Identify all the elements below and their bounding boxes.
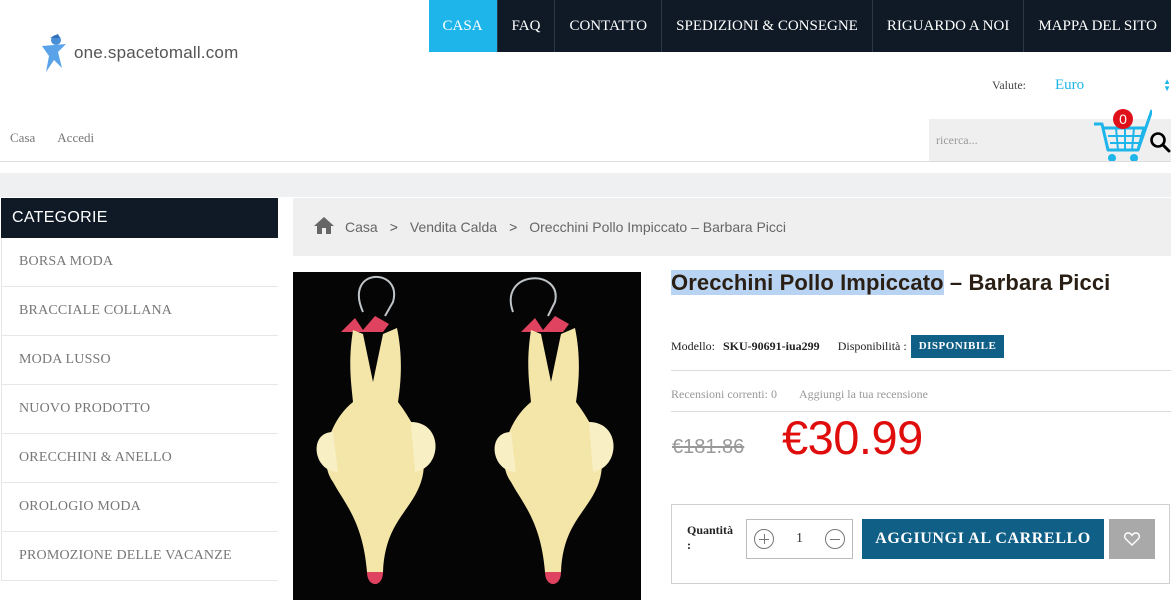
category-sidebar: CATEGORIE BORSA MODA BRACCIALE COLLANA M… (1, 198, 278, 581)
quantity-stepper (746, 519, 853, 559)
header-divider (0, 161, 1171, 162)
search-input[interactable] (929, 119, 1089, 162)
category-bracciale-collana[interactable]: BRACCIALE COLLANA (1, 287, 278, 336)
product-title-rest: – Barbara Picci (943, 270, 1111, 295)
quantity-label: Quantità : (687, 523, 734, 552)
currency-dropdown[interactable]: Euro ▲ ▼ (1055, 77, 1171, 94)
heart-icon (1124, 532, 1140, 546)
nav-riguardo[interactable]: RIGUARDO A NOI (871, 0, 1024, 52)
product-meta: Modello: SKU-90691-iua299 Disponibilità … (671, 335, 1005, 358)
model-value: SKU-90691-iua299 (723, 339, 820, 353)
currency-label: Valute: (992, 78, 1026, 92)
logo-text: one.spacetomall.com (74, 43, 239, 62)
category-moda-lusso[interactable]: MODA LUSSO (1, 336, 278, 385)
breadcrumb: Casa > Vendita Calda > Orecchini Pollo I… (293, 198, 1171, 256)
availability-badge: DISPONIBILE (910, 335, 1005, 358)
product-title-highlight: Orecchini Pollo Impiccato (671, 270, 944, 295)
old-price: €181.86 (672, 436, 745, 458)
home-icon[interactable] (313, 216, 335, 234)
nav-contatto[interactable]: CONTATTO (554, 0, 662, 52)
sale-price: €30.99 (782, 411, 923, 464)
nav-casa[interactable]: CASA (428, 0, 497, 52)
nav-faq[interactable]: FAQ (496, 0, 555, 52)
category-orologio-moda[interactable]: OROLOGIO MODA (1, 483, 278, 532)
breadcrumb-current: Orecchini Pollo Impiccato – Barbara Picc… (529, 219, 787, 235)
product-image[interactable] (293, 272, 641, 600)
wishlist-button[interactable] (1109, 519, 1155, 559)
reviews-row: Recensioni correnti: 0 Aggiungi la tua r… (671, 387, 928, 402)
quantity-input[interactable] (784, 531, 815, 547)
nav-mappa[interactable]: MAPPA DEL SITO (1023, 0, 1171, 52)
category-orecchini-anello[interactable]: ORECCHINI & ANELLO (1, 434, 278, 483)
link-casa[interactable]: Casa (10, 130, 35, 146)
model-label: Modello: (671, 339, 715, 353)
cart-count-badge: 0 (1113, 109, 1133, 129)
add-to-cart-panel: Quantità : AGGIUNGI AL CARRELLO (671, 504, 1170, 584)
current-reviews-link[interactable]: Recensioni correnti: 0 (671, 387, 777, 402)
site-logo[interactable]: one.spacetomall.com (36, 32, 238, 74)
breadcrumb-casa[interactable]: Casa (345, 219, 378, 235)
quantity-decrease-icon[interactable] (825, 529, 845, 549)
nav-spedizioni[interactable]: SPEDIZIONI & CONSEGNE (661, 0, 872, 52)
category-borsa-moda[interactable]: BORSA MODA (1, 238, 278, 287)
currency-selector: Valute: Euro ▲ ▼ (992, 77, 1171, 94)
add-to-cart-button[interactable]: AGGIUNGI AL CARRELLO (862, 519, 1104, 559)
top-navigation: CASA FAQ CONTATTO SPEDIZIONI & CONSEGNE … (428, 0, 1171, 52)
link-accedi[interactable]: Accedi (57, 130, 94, 146)
divider (671, 370, 1171, 371)
select-arrows-icon: ▲ ▼ (1163, 77, 1171, 93)
availability-label: Disponibilità : (837, 339, 907, 353)
breadcrumb-separator: > (389, 219, 398, 235)
logo-figure-icon (42, 34, 66, 72)
quantity-increase-icon[interactable] (754, 529, 774, 549)
search-icon[interactable] (1149, 131, 1171, 153)
header-band (0, 173, 1171, 197)
breadcrumb-vendita-calda[interactable]: Vendita Calda (410, 219, 497, 235)
sidebar-title: CATEGORIE (1, 198, 278, 238)
user-links: Casa Accedi (10, 130, 94, 146)
product-title: Orecchini Pollo Impiccato – Barbara Picc… (671, 270, 1110, 296)
add-review-link[interactable]: Aggiungi la tua recensione (799, 387, 928, 402)
breadcrumb-separator: > (509, 219, 518, 235)
chicken-earrings-image (293, 272, 641, 600)
category-nuovo-prodotto[interactable]: NUOVO PRODOTTO (1, 385, 278, 434)
currency-value: Euro (1055, 77, 1085, 93)
category-promozione-vacanze[interactable]: PROMOZIONE DELLE VACANZE (1, 532, 278, 581)
